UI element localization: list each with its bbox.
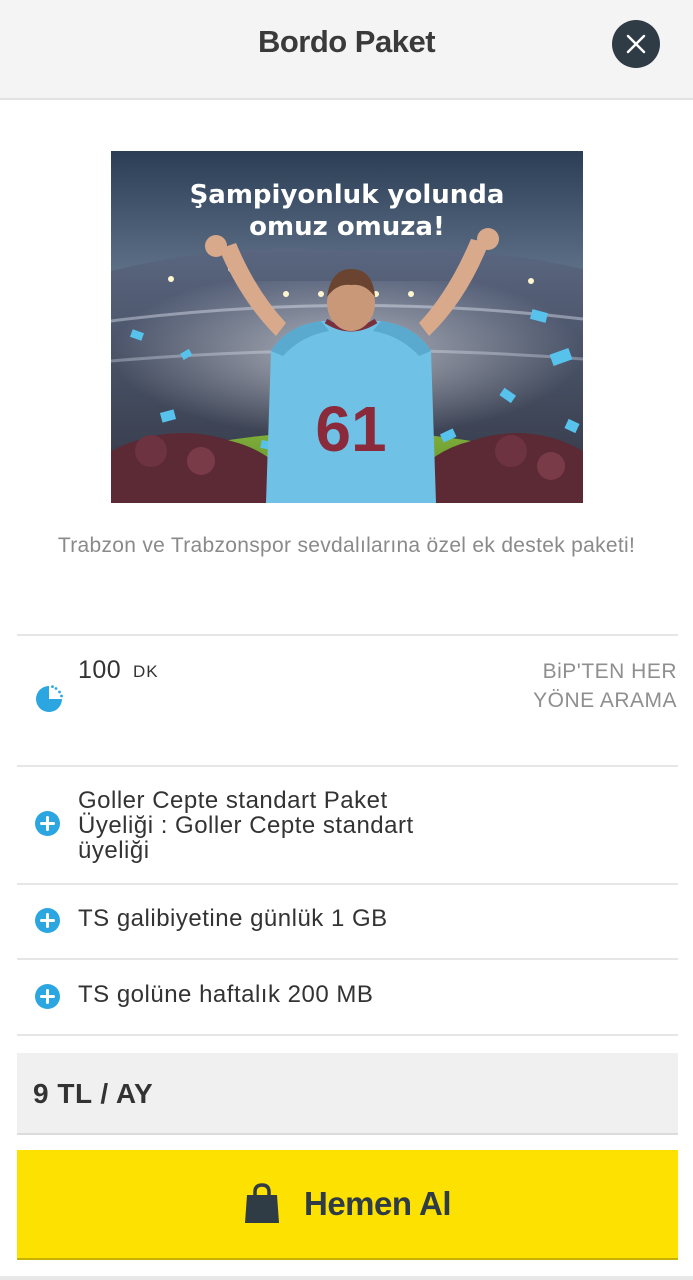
shopping-bag-icon <box>245 1183 279 1223</box>
divider <box>17 1034 678 1036</box>
divider <box>17 765 678 767</box>
feature-text: TS galibiyetine günlük 1 GB <box>78 905 388 932</box>
price-text: 9 TL / AY <box>33 1078 154 1109</box>
clock-icon <box>36 685 63 712</box>
minutes-unit: DK <box>133 662 159 681</box>
minutes-description: BiP'TEN HER YÖNE ARAMA <box>533 660 677 712</box>
price-box: 9 TL / AY <box>17 1053 678 1135</box>
buy-now-label: Hemen Al <box>304 1185 451 1222</box>
divider <box>17 634 678 636</box>
plus-circle-icon <box>35 811 60 836</box>
close-button[interactable] <box>612 20 660 68</box>
plus-circle-icon <box>35 908 60 933</box>
divider <box>0 1276 693 1280</box>
package-description: Trabzon ve Trabzonspor sevdalılarına öze… <box>57 534 636 557</box>
divider <box>17 883 678 885</box>
page-title: Bordo Paket <box>257 24 436 59</box>
divider <box>17 958 678 960</box>
svg-text:61: 61 <box>315 393 386 465</box>
jersey-number: 61 <box>315 393 386 465</box>
header: Bordo Paket <box>0 0 693 100</box>
stadium-illustration: 61 Şampiyonluk yolunda omuz omuza! <box>111 151 583 503</box>
svg-text:Şampiyonluk yolunda: Şampiyonluk yolunda <box>190 180 505 210</box>
svg-text:omuz omuza!: omuz omuza! <box>249 212 445 242</box>
promo-image: 61 Şampiyonluk yolunda omuz omuza! <box>111 151 583 503</box>
buy-now-button[interactable]: Hemen Al <box>17 1150 678 1260</box>
feature-text: TS golüne haftalık 200 MB <box>78 981 374 1008</box>
feature-text: Goller Cepte standart Paket Üyeliği : Go… <box>78 787 414 864</box>
close-icon <box>626 34 646 54</box>
plus-circle-icon <box>35 984 60 1009</box>
minutes-value: 100 <box>78 656 122 684</box>
